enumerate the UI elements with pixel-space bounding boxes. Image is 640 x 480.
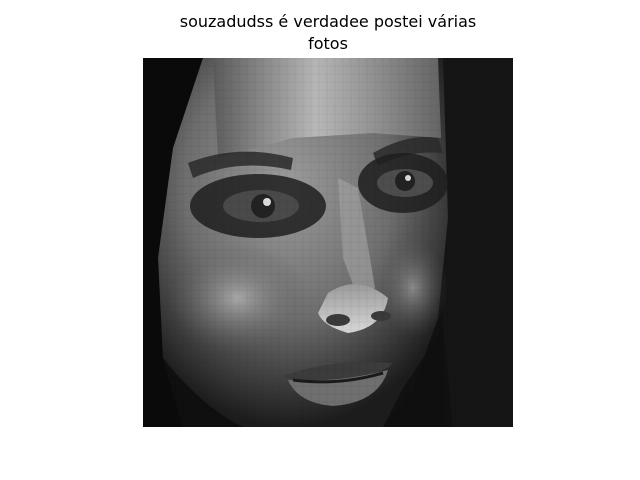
- face-image: [143, 58, 513, 427]
- face-image-drawing: [143, 58, 513, 427]
- figure: souzadudss é verdadee postei várias foto…: [0, 0, 640, 480]
- title-line-1: souzadudss é verdadee postei várias: [179, 12, 477, 31]
- title-line-2: fotos: [308, 34, 348, 53]
- figure-title: souzadudss é verdadee postei várias foto…: [120, 11, 536, 55]
